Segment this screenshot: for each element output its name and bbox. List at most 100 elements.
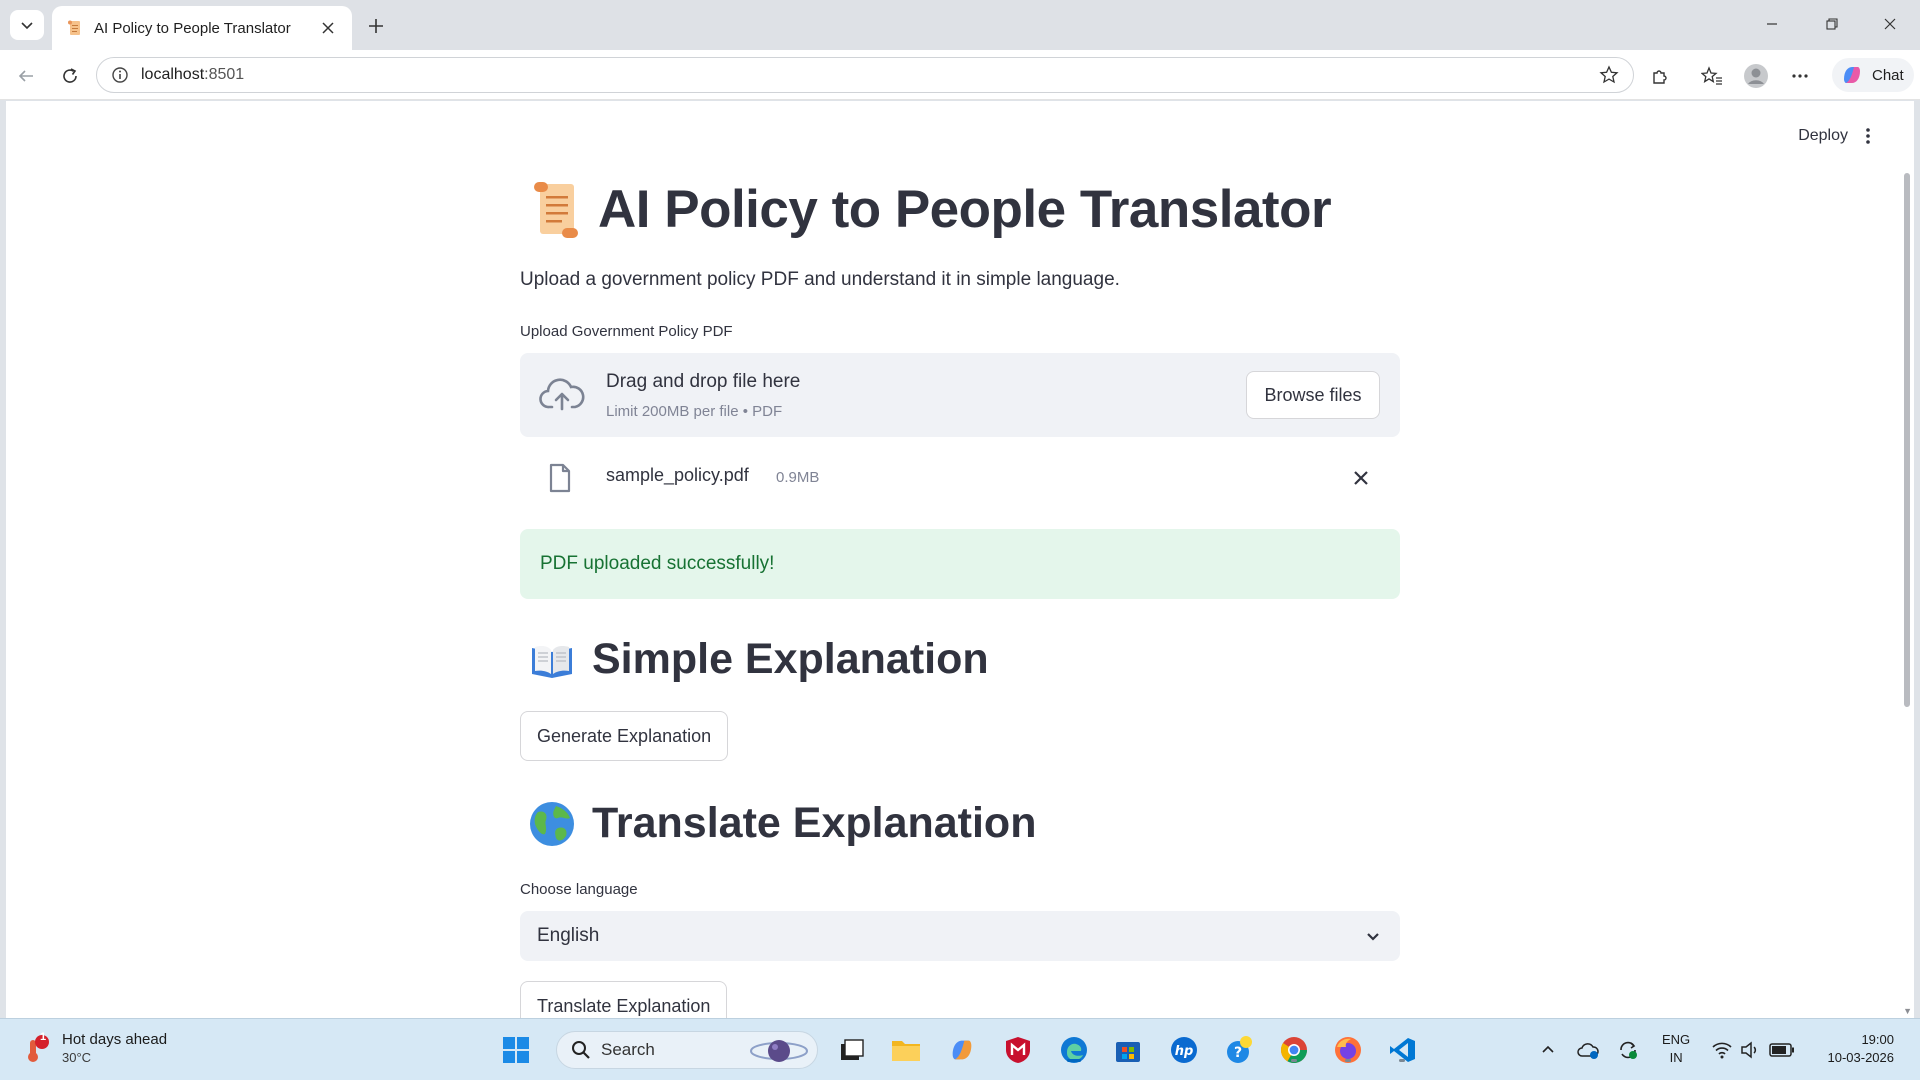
close-icon [1354, 471, 1368, 485]
restore-button[interactable] [1812, 10, 1852, 38]
lang-region: IN [1669, 1050, 1683, 1065]
translate-explanation-button[interactable]: Translate Explanation [520, 981, 728, 1018]
close-window-button[interactable] [1870, 10, 1910, 38]
more-horizontal-icon [1792, 74, 1808, 78]
chrome-button[interactable] [1278, 1034, 1310, 1066]
language-select[interactable]: English [520, 911, 1400, 961]
globe-icon [530, 801, 574, 846]
weather-badge: 1 [39, 1031, 47, 1043]
url-text: localhost:8501 [141, 66, 245, 83]
remove-file-button[interactable] [1350, 467, 1372, 489]
page-scrollbar[interactable] [1904, 173, 1910, 707]
file-size: 0.9MB [776, 469, 820, 486]
info-icon [112, 67, 128, 83]
onedrive-tray-button[interactable] [1572, 1034, 1604, 1066]
windows-logo-icon [503, 1037, 529, 1063]
mcafee-button[interactable] [1002, 1034, 1034, 1066]
open-book-icon [532, 645, 572, 678]
section-simple-explanation: Simple Explanation [528, 635, 989, 684]
copilot-icon [952, 1040, 972, 1060]
firefox-button[interactable] [1332, 1034, 1364, 1066]
wifi-icon [1712, 1042, 1732, 1059]
battery-tray-button[interactable] [1766, 1034, 1798, 1066]
sync-tray-button[interactable] [1612, 1034, 1644, 1066]
address-bar[interactable]: localhost:8501 [96, 57, 1634, 93]
app-menu-button[interactable] [1858, 125, 1878, 147]
input-language-indicator[interactable]: ENG IN [1662, 1031, 1690, 1067]
back-button[interactable] [10, 60, 42, 92]
language-selected-value: English [537, 925, 600, 946]
open-indicator [1291, 1059, 1297, 1062]
lang-code: ENG [1662, 1032, 1691, 1047]
weather-widget[interactable]: 1 Hot days ahead 30°C [22, 1031, 167, 1067]
svg-text:?: ? [1234, 1045, 1242, 1061]
more-menu-button[interactable] [1786, 62, 1814, 90]
favorites-icon [1701, 66, 1722, 85]
show-hidden-icons-button[interactable] [1532, 1034, 1564, 1066]
battery-icon [1769, 1043, 1794, 1057]
windows-taskbar: 1 Hot days ahead 30°C Search hp ? ENG IN… [0, 1018, 1920, 1080]
file-explorer-button[interactable] [890, 1034, 922, 1066]
hp-app-button[interactable]: hp [1168, 1034, 1200, 1066]
task-view-button[interactable] [836, 1034, 868, 1066]
browse-files-button[interactable]: Browse files [1246, 371, 1380, 419]
file-name: sample_policy.pdf [606, 465, 749, 485]
page-title: AI Policy to People Translator [598, 180, 1332, 239]
volume-tray-button[interactable] [1734, 1034, 1766, 1066]
minimize-button[interactable] [1752, 10, 1792, 38]
reload-button[interactable] [54, 60, 86, 92]
planet-icon [750, 1040, 808, 1062]
tab-close-button[interactable] [318, 18, 338, 38]
weather-title: Hot days ahead [62, 1031, 168, 1048]
minimize-icon [1767, 23, 1777, 25]
clock-time: 19:00 [1861, 1032, 1894, 1047]
store-icon [1116, 1042, 1140, 1062]
new-tab-button[interactable] [362, 12, 390, 40]
page-viewport: Deploy ▼ AI Policy to People Translator … [6, 101, 1914, 1018]
edge-browser-button[interactable] [1058, 1034, 1090, 1066]
scroll-icon [534, 181, 578, 238]
start-button[interactable] [500, 1034, 532, 1066]
generate-explanation-button[interactable]: Generate Explanation [520, 711, 729, 761]
clock-date: 10-03-2026 [1827, 1050, 1895, 1065]
scroll-down-arrow-icon[interactable]: ▼ [1903, 1006, 1912, 1016]
search-icon [572, 1041, 590, 1059]
cloud-upload-icon [539, 378, 585, 411]
chevron-down-icon [21, 22, 33, 30]
active-indicator [1067, 1059, 1081, 1062]
dropzone-limit: Limit 200MB per file • PDF [606, 403, 783, 420]
profile-button[interactable] [1742, 62, 1770, 90]
file-dropzone[interactable]: Drag and drop file here Limit 200MB per … [520, 353, 1400, 437]
star-icon[interactable] [1599, 65, 1619, 85]
browser-tab-active[interactable]: AI Policy to People Translator [52, 6, 352, 50]
tab-title: AI Policy to People Translator [94, 19, 291, 37]
copilot-app-button[interactable] [946, 1034, 978, 1066]
extensions-button[interactable] [1646, 62, 1674, 90]
uploaded-file-row: sample_policy.pdf 0.9MB [520, 453, 1400, 503]
taskbar-clock[interactable]: 19:00 10-03-2026 [1808, 1031, 1895, 1067]
restore-icon [1826, 18, 1838, 30]
plus-icon [369, 19, 383, 33]
success-alert: PDF uploaded successfully! [520, 529, 1400, 599]
help-app-button[interactable]: ? [1224, 1034, 1256, 1066]
svg-text:hp: hp [1175, 1044, 1194, 1059]
deploy-button[interactable]: Deploy [1798, 127, 1848, 145]
chevron-down-icon [1367, 933, 1379, 941]
section-title-translate: Translate Explanation [592, 799, 1037, 847]
hp-logo-icon: hp [1171, 1037, 1197, 1063]
copilot-chat-button[interactable]: Chat [1832, 58, 1914, 92]
puzzle-icon [1653, 70, 1667, 84]
dropzone-title: Drag and drop file here [606, 371, 801, 392]
weather-text: Hot days ahead 30°C [62, 1031, 167, 1067]
favorites-button[interactable] [1698, 62, 1726, 90]
close-icon [1884, 18, 1896, 30]
vscode-button[interactable] [1386, 1034, 1418, 1066]
microsoft-store-button[interactable] [1112, 1034, 1144, 1066]
sync-icon [1620, 1041, 1637, 1059]
chat-label: Chat [1872, 66, 1904, 84]
taskbar-search[interactable]: Search [556, 1031, 818, 1069]
upload-label: Upload Government Policy PDF [520, 323, 733, 340]
section-title-explanation: Simple Explanation [592, 635, 989, 683]
arrow-left-icon [18, 70, 33, 82]
tab-list-button[interactable] [10, 10, 44, 40]
